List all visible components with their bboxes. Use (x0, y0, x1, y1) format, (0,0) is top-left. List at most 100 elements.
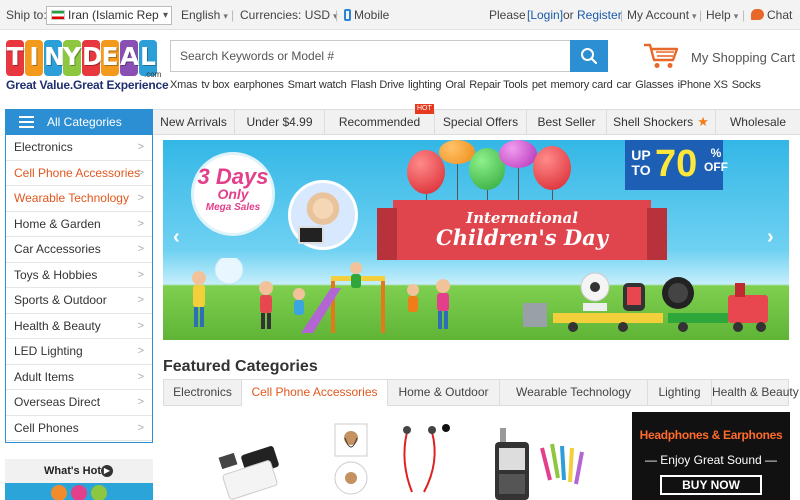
gadgets-illustration (523, 272, 768, 332)
sidebar-item[interactable]: Home & Garden > (6, 212, 152, 237)
featured-tab[interactable]: Home & Outdoor (388, 380, 500, 405)
sidebar-item[interactable]: Wearable Technology > (6, 186, 152, 212)
logo-tagline: Great Value.Great Experience (6, 78, 169, 92)
chevron-down-icon: ▾ (160, 7, 168, 24)
logo-wordmark: TINYDEAL (6, 40, 157, 76)
sidebar-item-label: Sports & Outdoor (14, 293, 107, 307)
hot-keyword-link[interactable]: tv box (201, 79, 229, 91)
featured-tab[interactable]: Cell Phone Accessories (242, 380, 388, 406)
nav-recommended[interactable]: Recommended HOT (325, 104, 435, 134)
logo-letter: T (6, 40, 24, 76)
sidebar-item[interactable]: Overseas Direct > (6, 390, 152, 416)
hot-keyword-link[interactable]: Oral (445, 79, 465, 91)
sidebar-item[interactable]: Toys & Hobbies > (6, 263, 152, 288)
search-button[interactable] (570, 40, 608, 72)
chat-link[interactable]: Chat (751, 0, 792, 30)
banner-next-button[interactable]: › (767, 226, 774, 249)
sidebar-item-label: Toys & Hobbies (14, 267, 98, 282)
ribbon-line-2: Children's Day (436, 225, 608, 250)
product-card-reader[interactable] (215, 445, 295, 500)
my-account-menu[interactable]: My Account ▾ (627, 0, 697, 30)
buy-now-button[interactable]: BUY NOW (660, 475, 762, 495)
sidebar-item[interactable]: LED Lighting > (6, 339, 152, 365)
sidebar-item[interactable]: Health & Beauty > (6, 314, 152, 339)
language-select[interactable]: English ▾ (181, 0, 228, 30)
featured-tab[interactable]: Health & Beauty (712, 380, 799, 405)
sidebar-item[interactable]: Cell Phones > (6, 416, 152, 441)
product-cable-adapters[interactable] (490, 428, 590, 500)
login-link[interactable]: [Login] (527, 0, 563, 30)
hot-keyword-link[interactable]: memory card (551, 79, 613, 91)
hot-keyword-link[interactable]: iPhone XS (678, 79, 728, 91)
separator: | (231, 8, 235, 22)
featured-category-tabs: Electronics Cell Phone Accessories Home & … (163, 379, 799, 406)
sidebar-item[interactable]: Cell Phone Accessories > (6, 161, 152, 186)
search-input[interactable]: Search Keywords or Model # (170, 40, 570, 72)
ship-to-select[interactable]: Iran (Islamic Rep ▾ (46, 6, 172, 25)
ad-subtitle: — Enjoy Great Sound — (644, 453, 778, 467)
nav-new-arrivals[interactable]: New Arrivals (153, 110, 235, 134)
hot-keyword-link[interactable]: Smart watch (288, 79, 347, 91)
nav-shell-shockers[interactable]: Shell Shockers ★ (607, 110, 716, 134)
hot-keyword-link[interactable]: pet (532, 79, 547, 91)
chevron-down-icon: ▾ (223, 11, 228, 21)
site-logo[interactable]: TINYDEAL .com Great Value.Great Experien… (6, 40, 169, 94)
sidebar-item-label: Home & Garden (14, 216, 101, 231)
arrow-right-icon: ▶ (101, 465, 113, 477)
featured-tab[interactable]: Wearable Technology (500, 380, 648, 405)
sidebar-item-label: Electronics (14, 140, 73, 154)
hot-keyword-link[interactable]: Repair Tools (469, 79, 528, 91)
product-earphones-box[interactable] (333, 422, 369, 500)
sidebar-item[interactable]: Sports & Outdoor > (6, 288, 152, 314)
nav-special-offers[interactable]: Special Offers (435, 110, 527, 134)
hot-keyword-link[interactable]: car (617, 79, 632, 91)
sidebar-item-label: Cell Phones (14, 420, 79, 435)
featured-tab[interactable]: Electronics (164, 380, 242, 405)
hot-keyword-link[interactable]: Flash Drive (351, 79, 405, 91)
or-text: or (563, 8, 574, 22)
hot-keyword-link[interactable]: lighting (408, 79, 441, 91)
please-text: Please (489, 8, 526, 22)
hot-keyword-link[interactable]: Glasses (635, 79, 674, 91)
sidebar-item-label: Health & Beauty (14, 318, 101, 333)
up-to-70-off-badge: UP TO 70 % OFF (625, 140, 728, 190)
chevron-right-icon: > (137, 192, 144, 204)
separator: | (620, 8, 624, 22)
ship-to-label: Ship to: (6, 8, 47, 22)
headphones-ad[interactable]: Headphones & Earphones — Enjoy Great Sou… (632, 412, 790, 500)
logo-letter: D (82, 40, 103, 76)
sidebar-item[interactable]: Adult Items > (6, 365, 152, 390)
logo-letter: A (120, 40, 139, 76)
hot-keyword-link[interactable]: Socks (732, 79, 761, 91)
featured-tab[interactable]: Lighting (648, 380, 712, 405)
chevron-down-icon: ▾ (733, 11, 739, 21)
hot-keyword-link[interactable]: earphones (233, 79, 283, 91)
shopping-cart-link[interactable]: My Shopping Cart (643, 42, 795, 72)
nav-under-4-99[interactable]: Under $4.99 (235, 110, 325, 134)
separator: | (699, 8, 703, 22)
nav-wholesale[interactable]: Wholesale (716, 110, 800, 134)
badge-mega-sales: Mega Sales (205, 202, 261, 213)
currency-select[interactable]: Currencies: USD ▾ (240, 0, 338, 30)
chevron-right-icon: > (137, 243, 144, 255)
whats-hot-image[interactable] (5, 483, 153, 500)
mobile-link[interactable]: Mobile (344, 0, 389, 30)
sidebar-item-label: Car Accessories (14, 242, 101, 256)
logo-letter: N (44, 40, 65, 76)
sidebar-item[interactable]: Electronics > (6, 135, 152, 161)
balloon-icon (499, 140, 537, 206)
promo-banner[interactable]: ‹ › 3 Days Only Mega Sales International… (163, 140, 789, 340)
hot-keyword-link[interactable]: Xmas (170, 79, 198, 91)
chevron-right-icon: > (137, 345, 144, 357)
whats-hot-header[interactable]: What's Hot ▶ (5, 459, 153, 483)
sidebar-item[interactable]: Car Accessories > (6, 237, 152, 263)
nav-best-seller[interactable]: Best Seller (527, 110, 607, 134)
help-menu[interactable]: Help ▾ (706, 0, 738, 30)
chevron-right-icon: > (137, 370, 144, 383)
top-bar: Ship to: Iran (Islamic Rep ▾ English ▾ | … (0, 0, 800, 30)
all-categories-button[interactable]: All Categories (5, 109, 153, 135)
register-link[interactable]: Register (577, 0, 622, 30)
banner-prev-button[interactable]: ‹ (173, 226, 180, 249)
product-bluetooth-earphones[interactable] (392, 422, 452, 500)
chat-icon (751, 9, 764, 20)
